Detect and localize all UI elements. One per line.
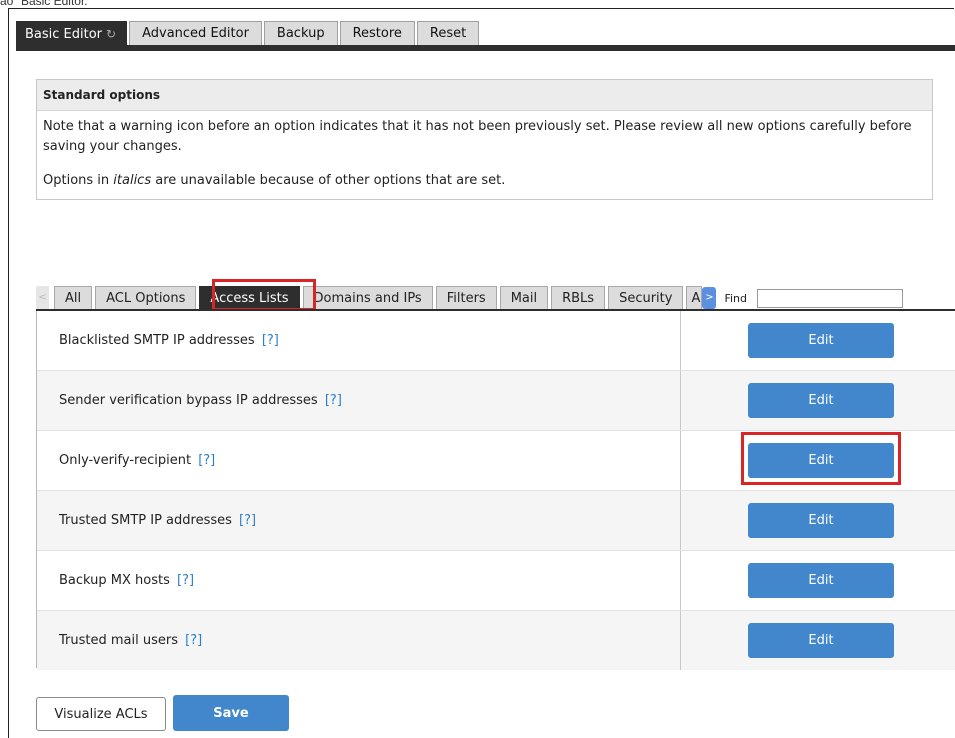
help-link[interactable]: [?] xyxy=(185,633,202,648)
warning-note: Note that a warning icon before an optio… xyxy=(43,119,912,154)
row-label: Blacklisted SMTP IP addresses xyxy=(59,333,255,348)
row-label: Trusted mail users xyxy=(59,633,178,648)
italics-note-prefix: Options in xyxy=(43,173,114,188)
tab-mail[interactable]: Mail xyxy=(499,286,549,310)
column-divider xyxy=(680,311,681,370)
table-row: Backup MX hosts [?] Edit xyxy=(37,551,955,611)
italics-note-suffix: are unavailable because of other options… xyxy=(151,173,506,188)
tab-access-lists[interactable]: Access Lists xyxy=(199,286,300,310)
edit-button[interactable]: Edit xyxy=(748,443,894,478)
standard-options-body: Note that a warning icon before an optio… xyxy=(37,111,932,197)
find-label: Find xyxy=(724,292,747,305)
italics-note: Options in italics are unavailable becau… xyxy=(43,171,926,191)
tab-rbls[interactable]: RBLs xyxy=(551,286,606,310)
find-input[interactable] xyxy=(757,289,903,308)
standard-options-heading: Standard options xyxy=(37,80,932,111)
top-tab-bar: Basic Editor ↻ Advanced Editor Backup Res… xyxy=(16,21,481,45)
tab-advanced-editor[interactable]: Advanced Editor xyxy=(129,21,262,45)
tab-domains-and-ips[interactable]: Domains and IPs xyxy=(302,286,433,310)
column-divider xyxy=(680,491,681,550)
tab-all[interactable]: All xyxy=(54,286,93,310)
access-lists-table: Blacklisted SMTP IP addresses [?] Edit S… xyxy=(36,311,955,670)
column-divider xyxy=(680,551,681,610)
column-divider xyxy=(680,611,681,670)
column-divider xyxy=(680,431,681,490)
help-link[interactable]: [?] xyxy=(239,513,256,528)
italics-word: italics xyxy=(113,173,152,188)
row-label: Backup MX hosts xyxy=(59,573,170,588)
tab-backup[interactable]: Backup xyxy=(263,21,338,45)
edit-button[interactable]: Edit xyxy=(748,383,894,418)
scroll-right-icon[interactable]: > xyxy=(702,287,717,309)
tab-restore[interactable]: Restore xyxy=(339,21,415,45)
tab-filters[interactable]: Filters xyxy=(435,286,497,310)
scroll-left-icon[interactable]: < xyxy=(36,286,49,310)
row-label: Sender verification bypass IP addresses xyxy=(59,393,318,408)
save-button[interactable]: Save xyxy=(173,695,289,731)
visualize-acls-button[interactable]: Visualize ACLs xyxy=(36,697,166,731)
tab-bar-underline xyxy=(16,45,955,51)
tab-reset[interactable]: Reset xyxy=(416,21,480,45)
table-row: Trusted SMTP IP addresses [?] Edit xyxy=(37,491,955,551)
table-row: Trusted mail users [?] Edit xyxy=(37,611,955,670)
table-row: Blacklisted SMTP IP addresses [?] Edit xyxy=(37,311,955,371)
category-tab-bar: < All ACL Options Access Lists Domains a… xyxy=(36,283,903,310)
table-row: Only-verify-recipient [?] Edit xyxy=(37,431,955,491)
help-link[interactable]: [?] xyxy=(325,393,342,408)
refresh-icon: ↻ xyxy=(106,27,117,41)
edit-button[interactable]: Edit xyxy=(748,563,894,598)
tab-truncated[interactable]: A xyxy=(686,286,703,310)
tab-acl-options[interactable]: ACL Options xyxy=(95,286,197,310)
edit-button[interactable]: Edit xyxy=(748,623,894,658)
help-link[interactable]: [?] xyxy=(262,333,279,348)
page-caption: ao "Basic Editor." xyxy=(0,0,92,8)
help-link[interactable]: [?] xyxy=(198,453,215,468)
help-link[interactable]: [?] xyxy=(177,573,194,588)
tab-basic-editor-label: Basic Editor xyxy=(25,27,103,42)
standard-options-panel: Standard options Note that a warning ico… xyxy=(36,79,933,200)
tab-basic-editor[interactable]: Basic Editor ↻ xyxy=(16,21,128,45)
column-divider xyxy=(680,371,681,430)
table-row: Sender verification bypass IP addresses … xyxy=(37,371,955,431)
tab-security[interactable]: Security xyxy=(608,286,684,310)
row-label: Only-verify-recipient xyxy=(59,453,192,468)
edit-button[interactable]: Edit xyxy=(748,503,894,538)
edit-button[interactable]: Edit xyxy=(748,323,894,358)
row-label: Trusted SMTP IP addresses xyxy=(59,513,232,528)
